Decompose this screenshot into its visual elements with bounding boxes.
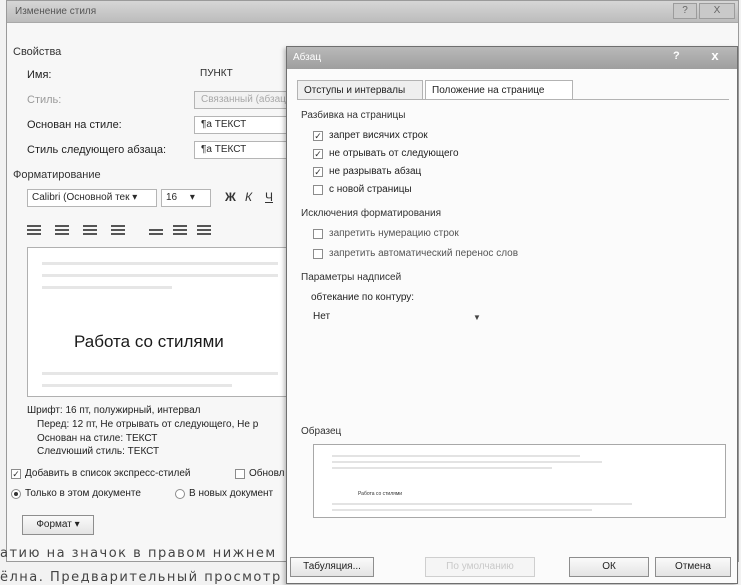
cancel-button[interactable]: Отмена xyxy=(655,557,731,577)
widow-control-label: запрет висячих строк xyxy=(329,130,428,141)
book-page-text-line: ёлна. Предварительный просмотр xyxy=(0,570,282,585)
pagination-group-label: Разбивка на страницы xyxy=(301,110,406,121)
page-break-before-label: с новой страницы xyxy=(329,184,412,195)
underline-button[interactable]: Ч xyxy=(265,190,273,204)
close-icon[interactable]: x xyxy=(695,47,735,65)
format-menu-button[interactable]: Формат ▾ xyxy=(22,515,94,535)
preview-placeholder-line xyxy=(42,274,278,277)
style-description-line: Основан на стиле: ТЕКСТ xyxy=(37,433,158,444)
chevron-down-icon: ▾ xyxy=(189,192,195,203)
tight-wrap-label: обтекание по контуру: xyxy=(311,292,415,303)
widow-control-checkbox[interactable]: ✓ xyxy=(313,131,323,141)
book-page-text-line: атию на значок в правом нижнем xyxy=(0,546,277,561)
based-on-label: Основан на стиле: xyxy=(27,119,122,131)
font-name-value: Calibri (Основной тек xyxy=(32,192,130,203)
line-spacing-double-icon[interactable] xyxy=(197,225,211,237)
font-name-select[interactable]: Calibri (Основной тек ▾ xyxy=(27,189,157,207)
formatting-section-label: Форматирование xyxy=(13,169,101,181)
auto-update-label: Обновл xyxy=(249,468,285,479)
preview-placeholder-line xyxy=(42,262,278,265)
only-this-document-label: Только в этом документе xyxy=(25,488,141,499)
sample-placeholder-line xyxy=(332,467,552,469)
chevron-down-icon: ▾ xyxy=(132,192,138,203)
ok-button[interactable]: ОК xyxy=(569,557,649,577)
set-as-default-button[interactable]: По умолчанию xyxy=(425,557,535,577)
tabs-button[interactable]: Табуляция... xyxy=(290,557,374,577)
paragraph-dialog-title: Абзац xyxy=(293,52,322,63)
font-size-value: 16 xyxy=(166,192,178,203)
font-size-select[interactable]: 16 ▾ xyxy=(161,189,211,207)
keep-with-next-checkbox[interactable]: ✓ xyxy=(313,149,323,159)
name-input[interactable]: ПУНКТ xyxy=(194,66,294,84)
style-type-label: Стиль: xyxy=(27,94,62,106)
tight-wrap-value: Нет xyxy=(313,311,331,322)
modify-style-titlebar: Изменение стиля ? X xyxy=(7,1,738,23)
name-label: Имя: xyxy=(27,69,52,81)
close-icon[interactable]: X xyxy=(699,3,735,19)
auto-update-checkbox[interactable] xyxy=(235,469,245,479)
chevron-down-icon: ▼ xyxy=(473,313,481,322)
textbox-options-group-label: Параметры надписей xyxy=(301,272,402,283)
style-description-line: Перед: 12 пт, Не отрывать от следующего,… xyxy=(37,419,259,430)
preview-placeholder-line xyxy=(42,372,278,375)
bold-button[interactable]: Ж xyxy=(225,190,236,204)
style-type-select: Связанный (абзац xyxy=(194,91,294,109)
preview-text: Работа со стилями xyxy=(74,332,224,351)
paragraph-dialog: Абзац ? x Отступы и интервалы Положение … xyxy=(286,46,738,584)
modify-style-title: Изменение стиля xyxy=(15,6,97,17)
help-icon[interactable]: ? xyxy=(673,50,680,62)
sample-placeholder-line xyxy=(332,509,592,511)
next-style-label: Стиль следующего абзаца: xyxy=(27,144,167,156)
keep-lines-together-checkbox[interactable]: ✓ xyxy=(313,167,323,177)
next-style-select[interactable]: ¶a ТЕКСТ xyxy=(194,141,294,159)
based-on-select[interactable]: ¶a ТЕКСТ xyxy=(194,116,294,134)
preview-placeholder-line xyxy=(42,286,172,289)
alignment-toolbar xyxy=(27,225,287,241)
style-description-line: Шрифт: 16 пт, полужирный, интервал xyxy=(27,405,201,416)
only-this-document-radio[interactable] xyxy=(11,489,21,499)
new-documents-radio[interactable] xyxy=(175,489,185,499)
line-spacing-medium-icon[interactable] xyxy=(173,225,187,237)
align-justify-icon[interactable] xyxy=(111,225,125,237)
preview-placeholder-line xyxy=(42,384,232,387)
align-center-icon[interactable] xyxy=(55,225,69,237)
add-to-quick-styles-label: Добавить в список экспресс-стилей xyxy=(25,468,191,479)
align-right-icon[interactable] xyxy=(83,225,97,237)
align-left-icon[interactable] xyxy=(27,225,41,237)
page-break-before-checkbox[interactable] xyxy=(313,185,323,195)
suppress-line-numbers-label: запретить нумерацию строк xyxy=(329,228,459,239)
add-to-quick-styles-checkbox[interactable]: ✓ xyxy=(11,469,21,479)
style-description-line: Следующий стиль: ТЕКСТ xyxy=(37,446,160,454)
sample-text: Работа со стилями xyxy=(358,491,403,497)
line-spacing-single-icon[interactable] xyxy=(149,229,163,235)
sample-placeholder-line xyxy=(332,503,632,505)
sample-group-label: Образец xyxy=(301,426,342,437)
tab-line-page-breaks[interactable]: Положение на странице xyxy=(425,80,573,100)
sample-preview-box: Работа со стилями xyxy=(313,444,726,518)
dont-hyphenate-checkbox[interactable] xyxy=(313,249,323,259)
sample-placeholder-line xyxy=(332,461,602,463)
properties-section-label: Свойства xyxy=(13,46,62,58)
keep-lines-together-label: не разрывать абзац xyxy=(329,166,422,177)
formatting-exceptions-group-label: Исключения форматирования xyxy=(301,208,442,219)
help-icon[interactable]: ? xyxy=(673,3,697,19)
tight-wrap-select[interactable]: Нет ▼ xyxy=(311,310,483,326)
sample-placeholder-line xyxy=(332,455,580,457)
new-documents-label: В новых документ xyxy=(189,488,274,499)
tab-indents-spacing[interactable]: Отступы и интервалы xyxy=(297,80,423,100)
paragraph-titlebar: Абзац ? x xyxy=(287,47,737,69)
style-preview-box: Работа со стилями xyxy=(27,247,293,397)
dont-hyphenate-label: запретить автоматический перенос слов xyxy=(329,248,519,259)
suppress-line-numbers-checkbox[interactable] xyxy=(313,229,323,239)
italic-button[interactable]: К xyxy=(245,190,252,204)
keep-with-next-label: не отрывать от следующего xyxy=(329,148,459,159)
